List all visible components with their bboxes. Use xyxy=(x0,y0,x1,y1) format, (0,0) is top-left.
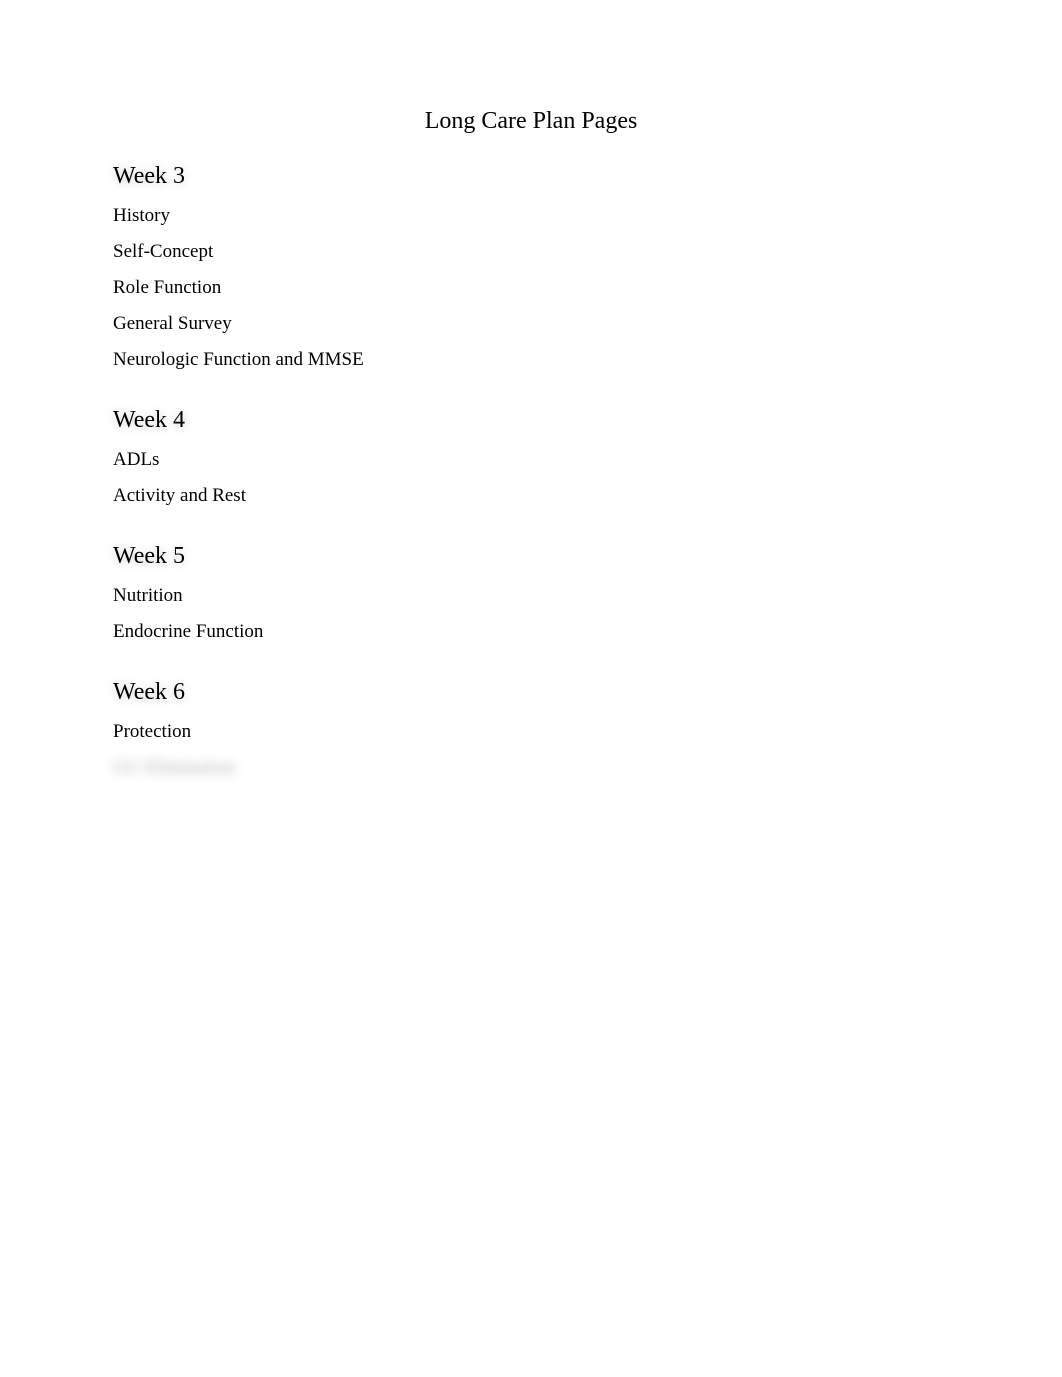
list-item: Neurologic Function and MMSE xyxy=(113,350,949,369)
list-item: Protection xyxy=(113,722,949,741)
section-heading: Week 5 xyxy=(113,543,949,570)
list-item: History xyxy=(113,206,949,225)
section-heading: Week 6 xyxy=(113,679,949,706)
section: Week 3 History Self-Concept Role Function Ge… xyxy=(113,163,949,369)
section: Week 6 Protection GU Elimination xyxy=(113,679,949,777)
sections-container: Week 3 History Self-Concept Role Function Ge… xyxy=(113,163,949,777)
list-item: Endocrine Function xyxy=(113,622,949,641)
section: Week 5 Nutrition Endocrine Function xyxy=(113,543,949,641)
document-page: Long Care Plan Pages Week 3 History Self-C… xyxy=(0,0,1062,777)
section: Week 4 ADLs Activity and Rest xyxy=(113,407,949,505)
section-heading: Week 3 xyxy=(113,163,949,190)
list-item: Self-Concept xyxy=(113,242,949,261)
list-item: ADLs xyxy=(113,450,949,469)
list-item: Nutrition xyxy=(113,586,949,605)
page-title: Long Care Plan Pages xyxy=(113,108,949,135)
list-item: Role Function xyxy=(113,278,949,297)
list-item: Activity and Rest xyxy=(113,486,949,505)
list-item: GU Elimination xyxy=(113,758,949,777)
section-heading: Week 4 xyxy=(113,407,949,434)
list-item: General Survey xyxy=(113,314,949,333)
